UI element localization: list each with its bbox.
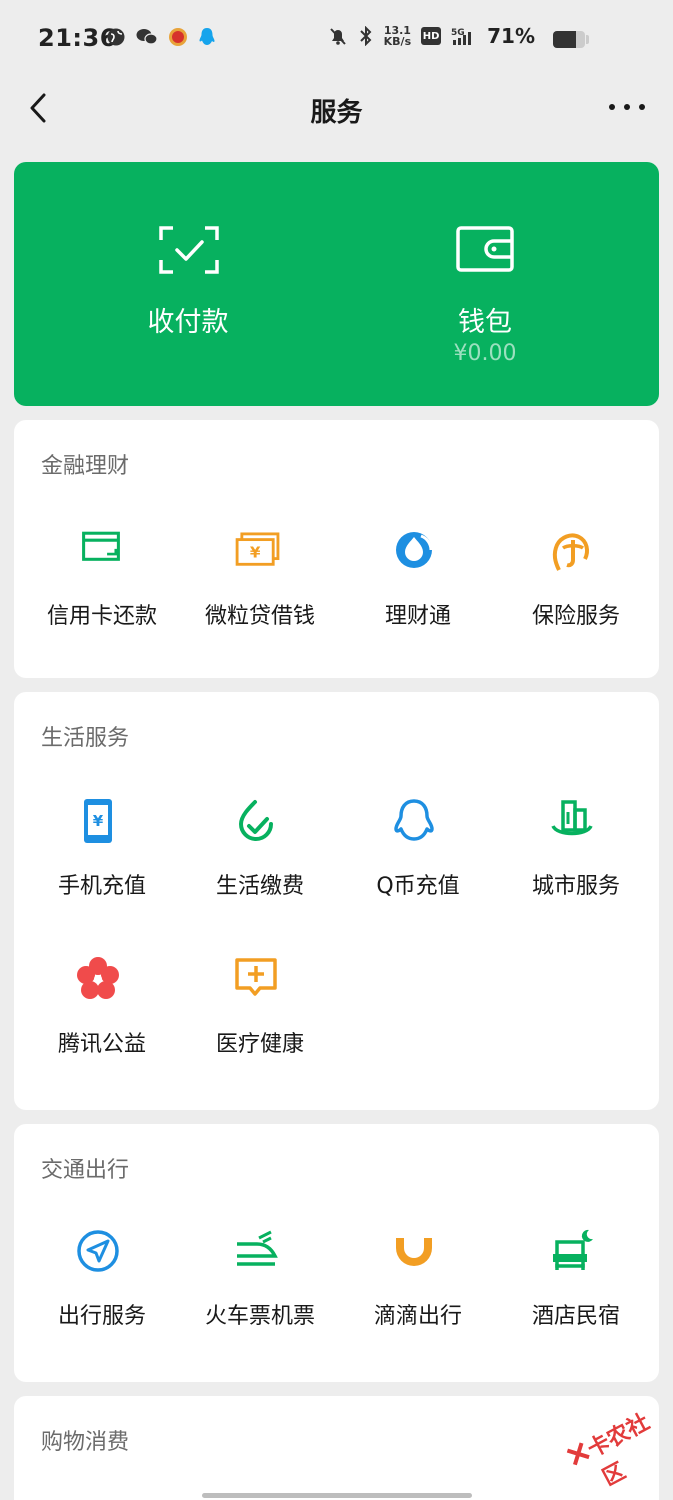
pay-receive-button[interactable]: 收付款 [14, 162, 336, 406]
utility-bill-button[interactable]: 生活缴费 [175, 798, 335, 928]
phone-recharge-icon: ¥ [84, 799, 112, 843]
grid-item-label: 理财通 [384, 604, 451, 629]
more-dot [639, 104, 645, 110]
pay-receive-label: 收付款 [147, 307, 229, 338]
notification-icons [106, 27, 216, 47]
insurance-button[interactable]: 保险服务 [491, 528, 651, 658]
travel-section: 交通出行 出行服务 火车票机票 滴滴出行 酒店民宿 [14, 1124, 659, 1382]
battery-fill [553, 31, 576, 48]
page-title: 服务 [310, 98, 363, 128]
wallet-icon [456, 226, 514, 272]
finance-section: 金融理财 信用卡还款 ¥ 微粒贷借钱 理财通 保险服务 [14, 420, 659, 678]
section-title: 生活服务 [41, 726, 130, 751]
globe-icon [107, 28, 125, 46]
status-bar: 21:36 13.1 KB/s HD 5G 71% [0, 0, 673, 78]
weilidai-loan-button[interactable]: ¥ 微粒贷借钱 [175, 528, 335, 658]
grid-item-label: 城市服务 [531, 874, 620, 899]
mobile-recharge-button[interactable]: ¥ 手机充值 [17, 798, 177, 928]
medical-health-button[interactable]: 医疗健康 [175, 956, 335, 1086]
mute-bell-icon [329, 28, 346, 45]
train-plane-ticket-button[interactable]: 火车票机票 [175, 1228, 335, 1358]
hotel-bed-icon [553, 1229, 593, 1270]
utility-bill-icon [238, 800, 273, 841]
qq-coin-recharge-button[interactable]: Q币充值 [333, 798, 493, 928]
loan-icon: ¥ [235, 532, 280, 566]
system-status: 13.1 KB/s HD 5G 71% [328, 24, 585, 48]
life-services-section: 生活服务 ¥ 手机充值 生活缴费 Q币充值 城市服务 腾讯公益 医疗健康 [14, 692, 659, 1110]
didi-button[interactable]: 滴滴出行 [333, 1228, 493, 1358]
svg-text:¥: ¥ [250, 544, 261, 562]
signal-5g-icon: 5G [451, 28, 472, 45]
licaitong-button[interactable]: 理财通 [333, 528, 493, 658]
grid-item-label: 火车票机票 [204, 1304, 315, 1329]
wechat-icon [136, 29, 158, 45]
grid-item-label: 保险服务 [531, 604, 620, 629]
bluetooth-icon [359, 26, 372, 46]
speed-unit: KB/s [383, 35, 412, 48]
city-service-icon [551, 800, 593, 836]
section-title: 金融理财 [41, 454, 130, 479]
payment-card: 收付款 钱包 ¥0.00 [14, 162, 659, 406]
travel-service-button[interactable]: 出行服务 [17, 1228, 177, 1358]
grid-item-label: 腾讯公益 [57, 1032, 146, 1057]
qq-coin-icon [394, 799, 434, 841]
more-dot [609, 104, 615, 110]
hotel-homestay-button[interactable]: 酒店民宿 [491, 1228, 651, 1358]
scan-check-icon [159, 226, 219, 274]
wealth-icon [396, 532, 433, 568]
wallet-label: 钱包 [458, 307, 512, 338]
battery-percent: 71% [487, 24, 535, 48]
home-indicator[interactable] [202, 1493, 472, 1498]
section-title: 购物消费 [41, 1430, 130, 1455]
wallet-balance: ¥0.00 [453, 341, 517, 366]
grid-item-label: 手机充值 [57, 874, 146, 899]
city-service-button[interactable]: 城市服务 [491, 798, 651, 928]
more-button[interactable] [609, 96, 645, 118]
tencent-charity-button[interactable]: 腾讯公益 [17, 956, 177, 1086]
grid-item-label: 医疗健康 [215, 1032, 304, 1057]
grid-item-label: 信用卡还款 [46, 604, 157, 629]
grid-item-label: 生活缴费 [215, 874, 304, 899]
insurance-icon [552, 533, 589, 571]
travel-navigation-icon [77, 1230, 119, 1272]
battery-tip [586, 35, 589, 44]
charity-flower-icon [77, 957, 119, 999]
svg-text:¥: ¥ [93, 812, 104, 830]
grid-item-label: 滴滴出行 [373, 1304, 462, 1329]
hd-badge: HD [421, 27, 442, 45]
grid-item-label: Q币充值 [376, 874, 460, 899]
grid-item-label: 出行服务 [57, 1304, 146, 1329]
grid-item-label: 酒店民宿 [531, 1304, 620, 1329]
more-dot [624, 104, 630, 110]
section-title: 交通出行 [41, 1158, 130, 1183]
credit-card-icon [82, 531, 120, 561]
grid-item-label: 微粒贷借钱 [204, 604, 315, 629]
network-speed: 13.1 KB/s [384, 25, 411, 47]
credit-card-repay-button[interactable]: 信用卡还款 [17, 528, 177, 658]
train-plane-ticket-icon [237, 1230, 278, 1266]
navigation-bar: 服务 [0, 78, 673, 140]
wallet-button[interactable]: 钱包 ¥0.00 [336, 162, 659, 406]
qq-icon [199, 28, 215, 45]
didi-icon [396, 1238, 432, 1266]
svg-text:5G: 5G [451, 28, 465, 38]
battery-icon [553, 31, 585, 48]
medical-health-icon [235, 958, 277, 996]
app-notification-icon [169, 28, 187, 46]
